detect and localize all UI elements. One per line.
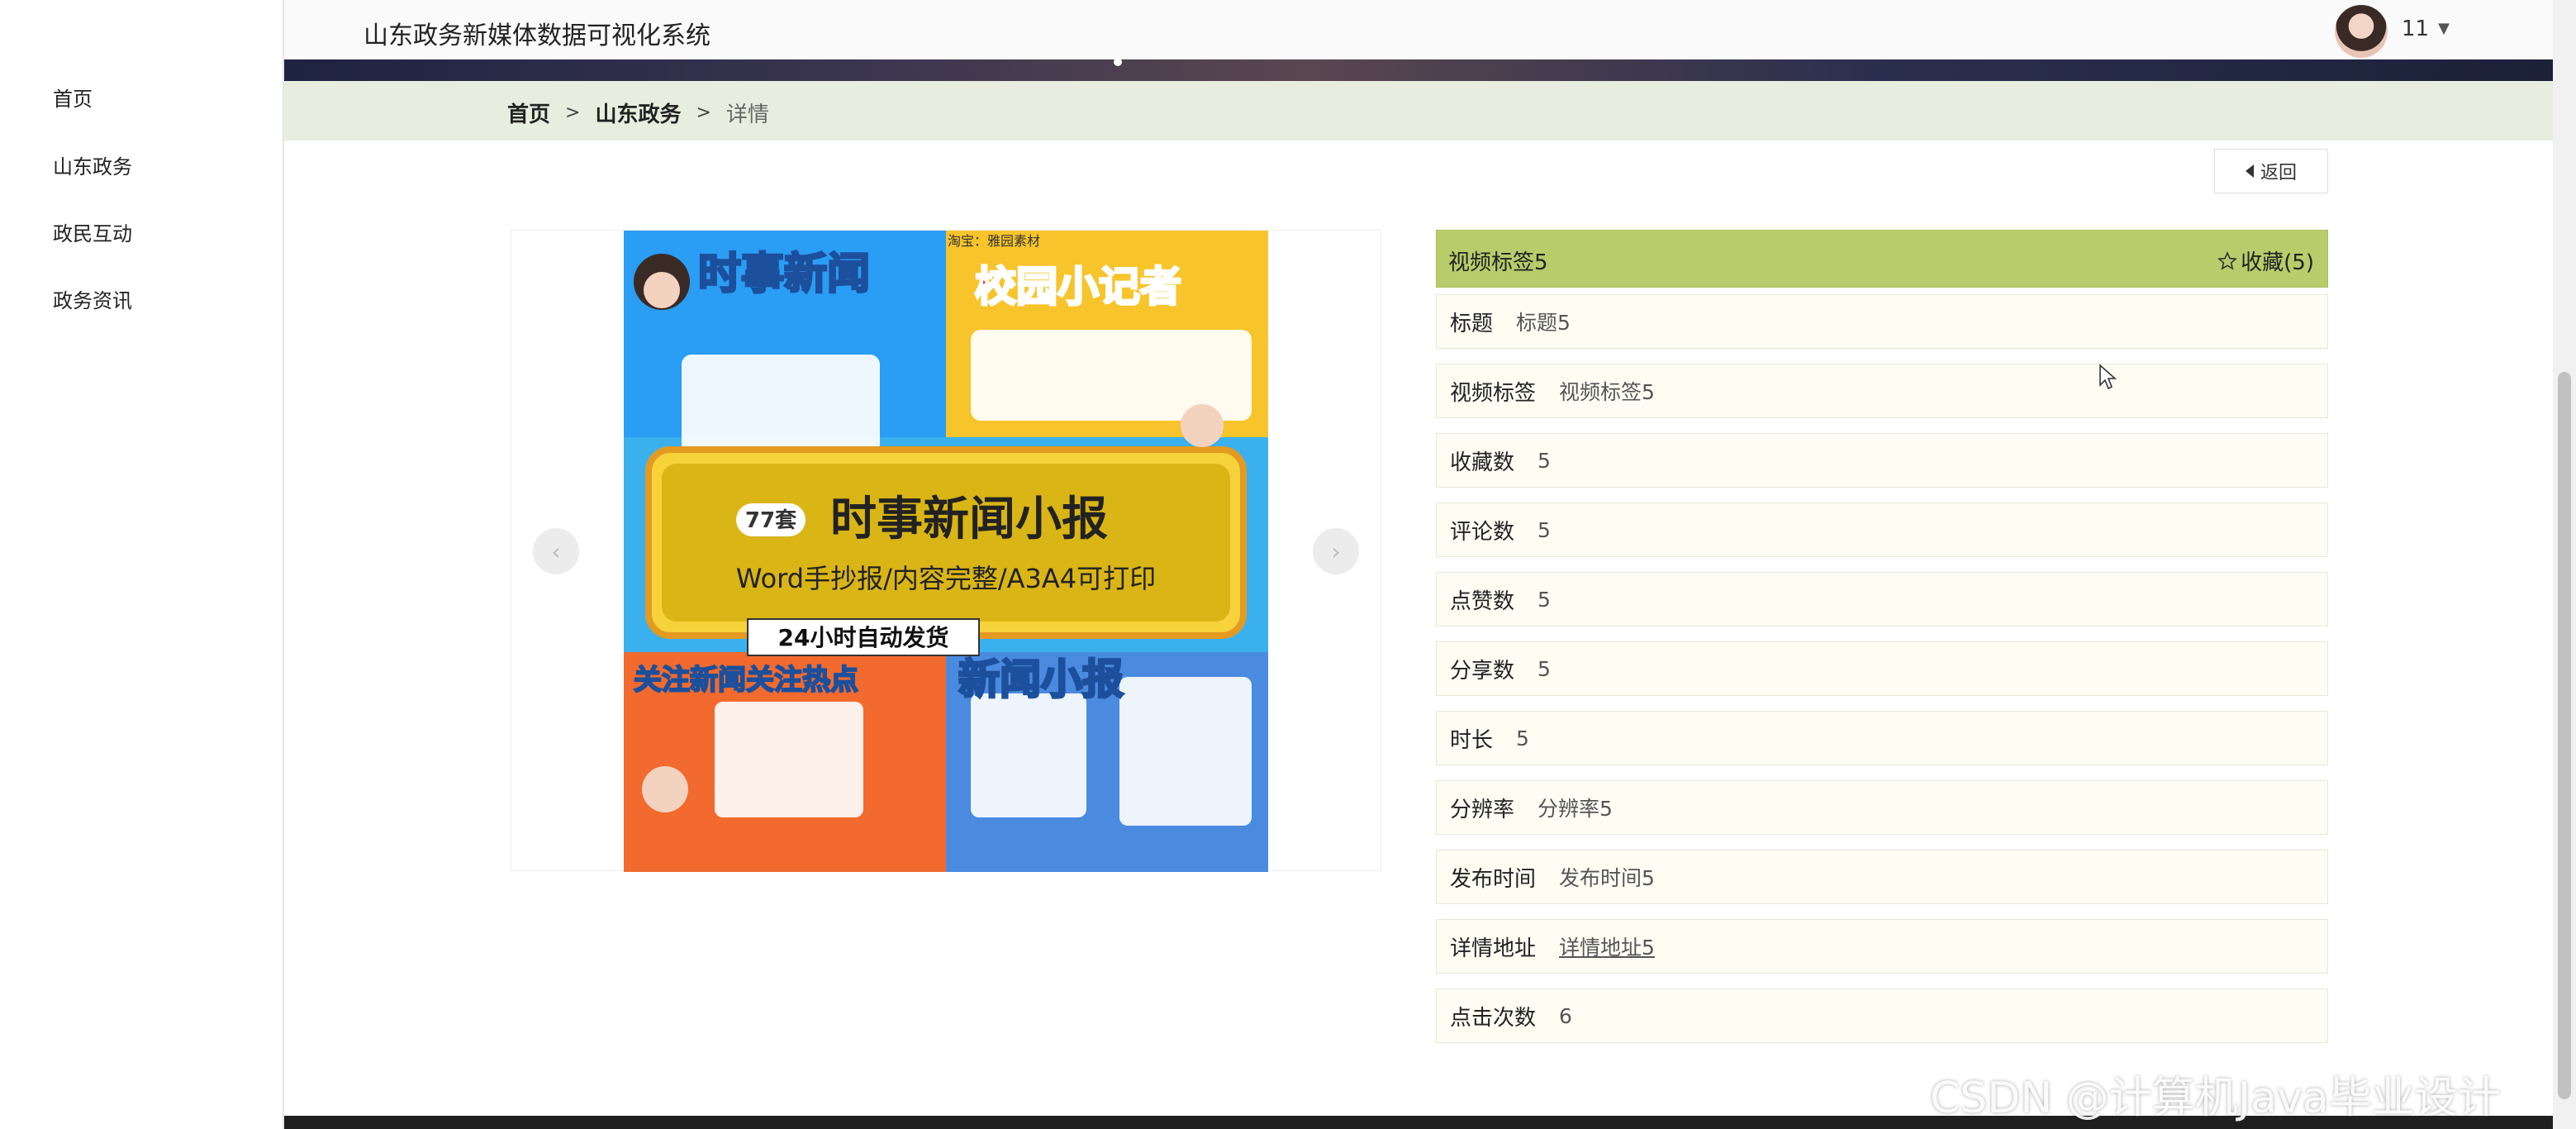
breadcrumb-current: 详情 bbox=[725, 102, 769, 127]
poster-title-bottom-left: 关注新闻关注热点 bbox=[634, 664, 858, 697]
row-value: 5 bbox=[1538, 448, 1551, 473]
breadcrumb-separator: > bbox=[696, 102, 711, 123]
row-label: 详情地址 bbox=[1450, 936, 1537, 961]
row-value: 发布时间5 bbox=[1559, 866, 1655, 890]
row-label: 标题 bbox=[1450, 311, 1494, 336]
poster-count-badge: 77套 bbox=[745, 508, 797, 533]
detail-row-detail-url: 详情地址 详情地址5 bbox=[1436, 919, 2328, 974]
poster-title-bottom-right: 新闻小报 bbox=[958, 655, 1124, 703]
detail-row-video-tag: 视频标签 视频标签5 bbox=[1436, 364, 2328, 418]
sidebar: 首页 山东政务 政民互动 政务资讯 bbox=[0, 0, 284, 1129]
chevron-down-icon[interactable]: ▼ bbox=[2438, 20, 2450, 37]
row-value: 5 bbox=[1538, 656, 1551, 681]
breadcrumb: 首页 > 山东政务 > 详情 bbox=[507, 98, 769, 128]
poster-main-title: 时事新闻小报 bbox=[830, 493, 1108, 546]
row-label: 评论数 bbox=[1450, 519, 1515, 545]
star-icon bbox=[2217, 250, 2238, 270]
row-label: 收藏数 bbox=[1450, 450, 1515, 475]
mouse-cursor-icon bbox=[2099, 364, 2117, 390]
sidebar-item-home[interactable]: 首页 bbox=[53, 83, 93, 112]
detail-row-duration: 时长 5 bbox=[1436, 711, 2328, 765]
poster-title-top-left: 时事新闻 bbox=[698, 250, 870, 299]
user-name[interactable]: 11 bbox=[2402, 17, 2429, 41]
detail-header: 视频标签5 收藏(5) bbox=[1436, 230, 2328, 288]
row-value: 视频标签5 bbox=[1559, 380, 1655, 404]
detail-row-comments: 评论数 5 bbox=[1436, 503, 2328, 557]
row-label: 分享数 bbox=[1450, 658, 1515, 684]
row-value: 分辨率5 bbox=[1538, 797, 1613, 821]
sidebar-item-interaction[interactable]: 政民互动 bbox=[53, 217, 132, 246]
row-label: 点击次数 bbox=[1450, 1005, 1537, 1031]
detail-row-clicks: 点击次数 6 bbox=[1436, 988, 2328, 1043]
poster-ship-label: 24小时自动发货 bbox=[778, 624, 949, 651]
carousel-prev-button[interactable]: ‹ bbox=[533, 528, 579, 574]
detail-title: 视频标签5 bbox=[1448, 250, 1548, 275]
favorite-label: 收藏(5) bbox=[2241, 250, 2314, 275]
carousel-image: 时事新闻 校园小记者 淘宝：雅园素材 77套 时事新闻小报 Word手抄报/内容… bbox=[624, 231, 1268, 872]
banner-indicator-dot[interactable] bbox=[1114, 58, 1122, 66]
image-carousel: 时事新闻 校园小记者 淘宝：雅园素材 77套 时事新闻小报 Word手抄报/内容… bbox=[511, 230, 1381, 872]
carousel-next-button[interactable]: › bbox=[1313, 528, 1359, 574]
breadcrumb-bar: 首页 > 山东政务 > 详情 bbox=[284, 81, 2553, 141]
breadcrumb-home[interactable]: 首页 bbox=[507, 98, 550, 128]
watermark: CSDN @计算机Java毕业设计 bbox=[1930, 1074, 2501, 1123]
row-label: 发布时间 bbox=[1450, 866, 1537, 892]
row-label: 视频标签 bbox=[1450, 380, 1537, 406]
detail-row-favorites: 收藏数 5 bbox=[1436, 433, 2328, 488]
row-label: 分辨率 bbox=[1450, 797, 1515, 822]
top-header: 山东政务新媒体数据可视化系统 11 ▼ bbox=[284, 0, 2553, 60]
row-value: 5 bbox=[1516, 726, 1529, 750]
back-arrow-icon bbox=[2245, 164, 2254, 178]
row-value: 5 bbox=[1538, 587, 1551, 612]
detail-row-shares: 分享数 5 bbox=[1436, 641, 2328, 696]
favorite-button[interactable]: 收藏(5) bbox=[2217, 245, 2314, 276]
poster-shop-tag: 淘宝：雅园素材 bbox=[948, 233, 1040, 249]
app-title: 山东政务新媒体数据可视化系统 bbox=[364, 21, 711, 50]
banner-strip bbox=[284, 60, 2553, 81]
poster-subtitle: Word手抄报/内容完整/A3A4可打印 bbox=[736, 563, 1156, 594]
detail-row-publish-time: 发布时间 发布时间5 bbox=[1436, 850, 2328, 904]
row-value: 6 bbox=[1559, 1003, 1572, 1028]
sidebar-item-news[interactable]: 政务资讯 bbox=[53, 284, 132, 313]
sidebar-item-shandong-gov[interactable]: 山东政务 bbox=[53, 150, 132, 179]
detail-row-resolution: 分辨率 分辨率5 bbox=[1436, 780, 2328, 835]
row-value: 5 bbox=[1538, 517, 1551, 542]
detail-row-title: 标题 标题5 bbox=[1436, 294, 2328, 349]
detail-url-link[interactable]: 详情地址5 bbox=[1559, 931, 1655, 961]
back-button[interactable]: 返回 bbox=[2214, 149, 2328, 193]
detail-row-likes: 点赞数 5 bbox=[1436, 572, 2328, 626]
row-label: 时长 bbox=[1450, 727, 1494, 753]
scrollbar-thumb[interactable] bbox=[2558, 372, 2571, 1099]
breadcrumb-section[interactable]: 山东政务 bbox=[595, 98, 681, 128]
row-label: 点赞数 bbox=[1450, 588, 1515, 614]
breadcrumb-separator: > bbox=[565, 102, 581, 123]
poster-title-top-right: 校园小记者 bbox=[975, 263, 1181, 311]
back-button-label: 返回 bbox=[2260, 163, 2297, 183]
row-value: 标题5 bbox=[1516, 311, 1571, 335]
avatar[interactable] bbox=[2335, 5, 2388, 58]
